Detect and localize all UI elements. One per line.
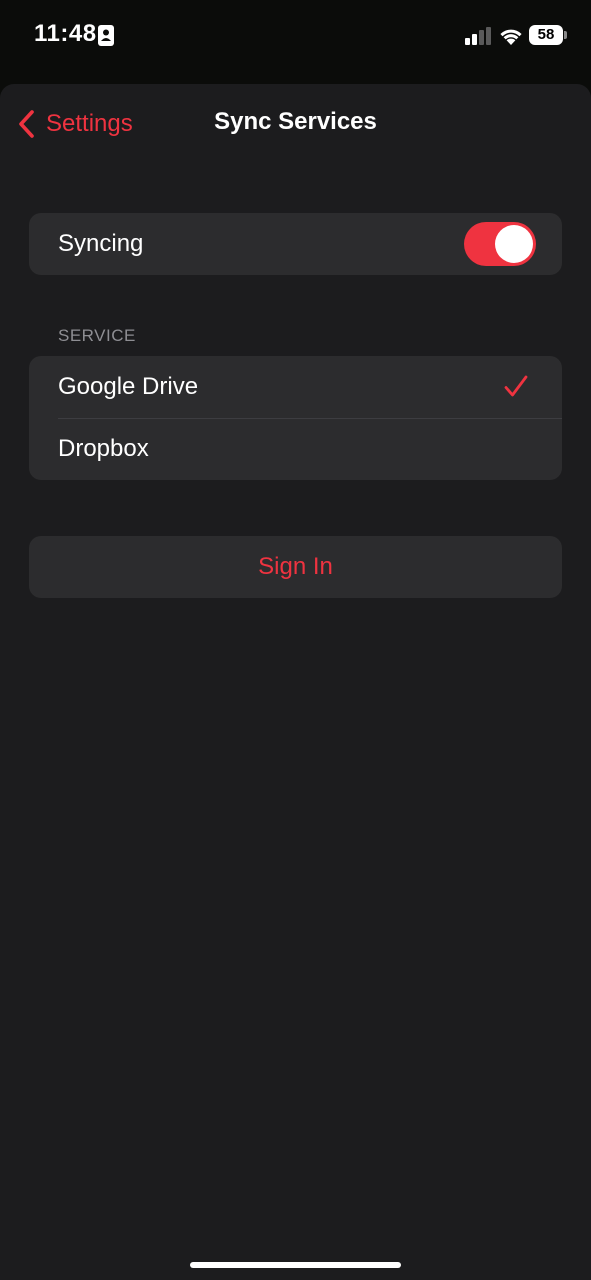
cellular-signal-icon — [465, 27, 491, 45]
service-option-dropbox[interactable]: Dropbox — [29, 418, 562, 480]
syncing-row: Syncing — [29, 213, 562, 275]
checkmark-icon — [504, 375, 528, 397]
service-option-google-drive[interactable]: Google Drive — [29, 356, 562, 418]
toggle-knob — [495, 225, 533, 263]
battery-icon: 58 — [529, 25, 563, 45]
sync-services-sheet: Sync Services Settings Syncing SERVICE G… — [0, 84, 591, 1280]
sign-in-group: Sign In — [29, 536, 562, 598]
service-option-label: Dropbox — [58, 435, 149, 462]
chevron-left-icon — [19, 110, 34, 138]
battery-tip — [564, 31, 567, 39]
syncing-label: Syncing — [58, 230, 144, 257]
screen: 11:48 58 Sync Services Settings Syncing … — [0, 0, 591, 1280]
contact-card-icon — [98, 25, 114, 46]
status-bar: 11:48 58 — [0, 0, 591, 72]
wifi-icon — [500, 29, 522, 45]
home-indicator[interactable] — [190, 1262, 401, 1268]
syncing-toggle[interactable] — [464, 222, 536, 266]
back-label: Settings — [46, 110, 133, 137]
sign-in-button[interactable]: Sign In — [29, 536, 562, 598]
syncing-group: Syncing — [29, 213, 562, 275]
back-button[interactable]: Settings — [16, 108, 133, 140]
service-group: Google Drive Dropbox — [29, 356, 562, 480]
navigation-bar: Sync Services Settings — [0, 84, 591, 164]
status-time: 11:48 — [34, 20, 97, 47]
section-header-service: SERVICE — [58, 326, 136, 345]
service-option-label: Google Drive — [58, 373, 199, 400]
